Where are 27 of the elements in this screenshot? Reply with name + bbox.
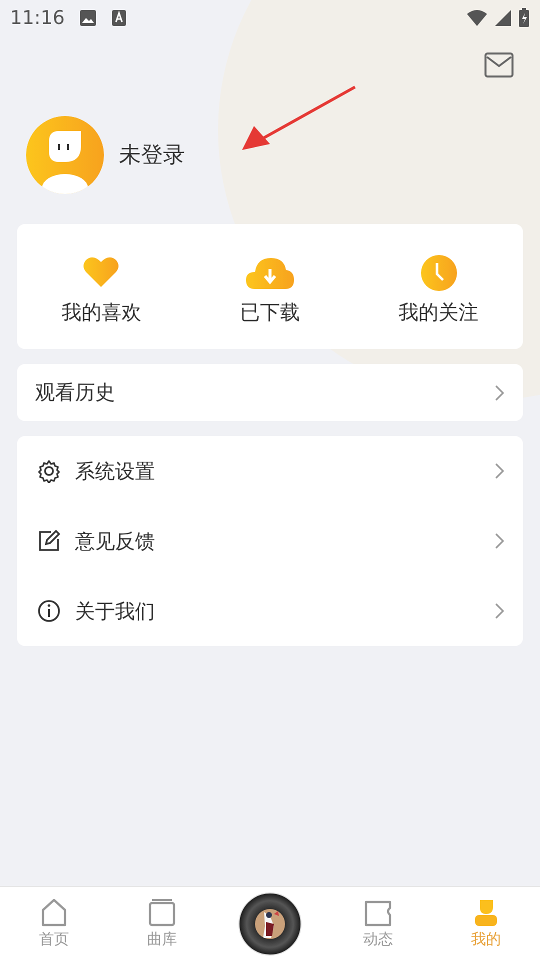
status-time: 11:16 <box>10 7 65 29</box>
signal-icon <box>494 9 512 27</box>
ticket-icon <box>363 898 393 928</box>
edit-icon <box>37 529 61 553</box>
menu-row[interactable]: 系统设置 <box>17 436 523 506</box>
history-row[interactable]: 观看历史 <box>17 364 523 421</box>
quick-action-button[interactable]: 已下载 <box>186 247 354 326</box>
menu-row[interactable]: 关于我们 <box>17 576 523 646</box>
mail-icon[interactable] <box>484 52 514 78</box>
chevron-icon <box>494 462 506 480</box>
username-label: 未登录 <box>119 142 185 170</box>
gear-icon <box>37 459 61 483</box>
menu-row[interactable]: 意见反馈 <box>17 506 523 576</box>
chevron-icon <box>494 532 506 550</box>
chevron-icon <box>494 384 506 402</box>
image-icon <box>78 9 97 27</box>
font-icon <box>110 9 127 27</box>
quick-action-button[interactable]: 我的关注 <box>354 247 524 326</box>
wifi-icon <box>466 9 488 27</box>
quick-action-button[interactable]: 我的喜欢 <box>17 247 186 326</box>
clock-icon <box>418 253 459 291</box>
info-icon <box>37 599 61 623</box>
album-icon <box>147 898 177 928</box>
battery-icon <box>518 8 530 28</box>
record-disc-button[interactable] <box>238 892 302 956</box>
chevron-icon <box>494 602 506 620</box>
home-icon <box>39 898 69 928</box>
